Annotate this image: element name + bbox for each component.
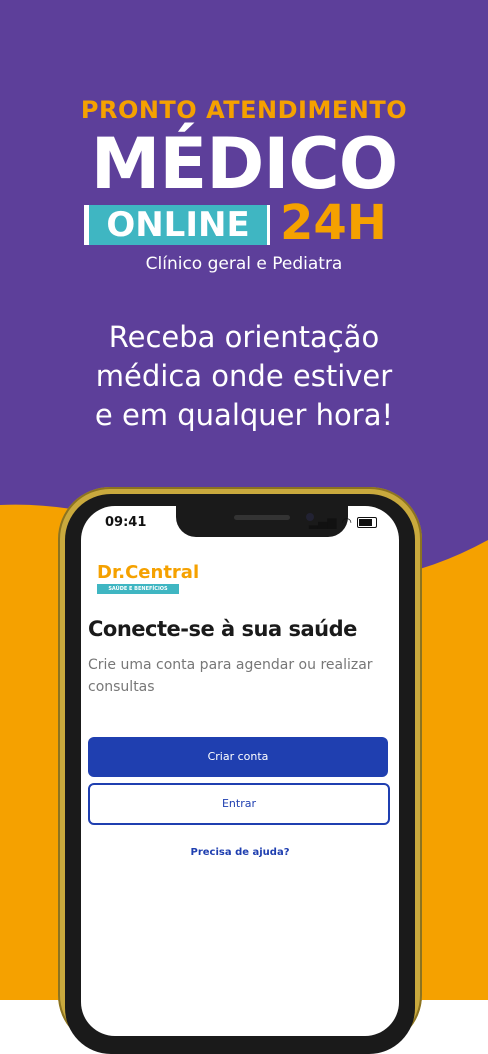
signal-icon: ▂▄▆ xyxy=(308,515,337,529)
help-link[interactable]: Precisa de ajuda? xyxy=(81,847,399,858)
screen-description: Crie uma conta para agendar ou realizar … xyxy=(88,657,373,695)
online-badge: ONLINE xyxy=(84,205,270,245)
phone-screen: 09:41 ▂▄▆ ◠ Dr.Central SAÚDE E BENEFÍCIO… xyxy=(81,506,399,1036)
headline-medico: MÉDICO xyxy=(90,123,399,205)
tagline-line-1: Receba orientação xyxy=(108,320,380,354)
tagline-line-3: e em qualquer hora! xyxy=(94,398,394,432)
login-button[interactable]: Entrar xyxy=(88,783,390,825)
online-label: ONLINE xyxy=(89,205,267,245)
tagline-line-2: médica onde estiver xyxy=(95,359,393,393)
status-time: 09:41 xyxy=(105,515,147,530)
tagline: Receba orientação médica onde estiver e … xyxy=(0,318,488,435)
logo-text: Dr.Central xyxy=(97,562,200,583)
phone-mockup: 09:41 ▂▄▆ ◠ Dr.Central SAÚDE E BENEFÍCIO… xyxy=(58,487,422,1054)
specialties-text: Clínico geral e Pediatra xyxy=(145,254,343,274)
headline-pronto-atendimento: PRONTO ATENDIMENTO xyxy=(80,96,408,124)
status-icons: ▂▄▆ ◠ xyxy=(309,515,377,529)
wifi-icon: ◠ xyxy=(341,515,352,529)
create-account-button[interactable]: Criar conta xyxy=(88,737,388,777)
screen-title: Conecte-se à sua saúde xyxy=(88,617,357,641)
hours-24h: 24H xyxy=(280,195,387,251)
app-logo: Dr.Central SAÚDE E BENEFÍCIOS xyxy=(97,562,199,594)
online-24h-row: ONLINE 24H xyxy=(84,197,414,249)
logo-subtitle: SAÚDE E BENEFÍCIOS xyxy=(97,584,179,594)
battery-icon xyxy=(357,516,377,528)
speaker-grille xyxy=(234,515,290,520)
